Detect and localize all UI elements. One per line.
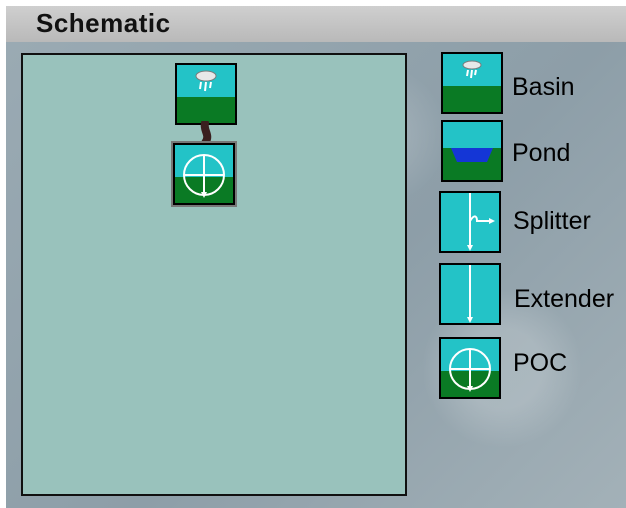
palette-label-poc: POC bbox=[513, 349, 568, 377]
basin-icon bbox=[195, 70, 217, 92]
palette-label-extender: Extender bbox=[514, 285, 615, 313]
extender-icon[interactable] bbox=[439, 263, 501, 325]
schematic-canvas[interactable] bbox=[21, 53, 407, 496]
palette-label-basin: Basin bbox=[512, 73, 575, 101]
basin-icon[interactable] bbox=[441, 52, 503, 114]
schematic-window: Schematic Basin Pond Splitter Extender P… bbox=[0, 0, 626, 508]
poc-icon bbox=[183, 154, 225, 198]
schematic-basin-node[interactable] bbox=[175, 63, 237, 125]
splitter-icon[interactable] bbox=[439, 191, 501, 253]
palette-label-pond: Pond bbox=[512, 139, 571, 167]
palette-label-splitter: Splitter bbox=[513, 207, 591, 235]
window-titlebar: Schematic bbox=[6, 6, 626, 44]
poc-icon[interactable] bbox=[439, 337, 501, 399]
schematic-poc-node[interactable] bbox=[173, 143, 235, 205]
pond-icon[interactable] bbox=[441, 120, 503, 182]
window-title: Schematic bbox=[36, 8, 171, 38]
